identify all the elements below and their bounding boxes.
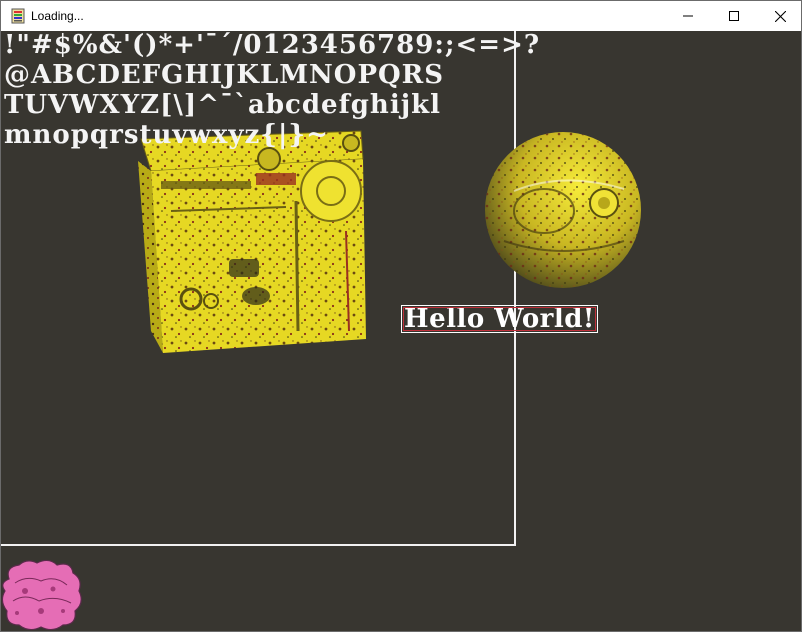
app-window: Loading... !"#$%&'()*+'¯´/0123456789:;<=… xyxy=(0,0,802,632)
minimize-button[interactable] xyxy=(665,1,711,31)
app-icon xyxy=(10,8,26,24)
render-viewport[interactable]: !"#$%&'()*+'¯´/0123456789:;<=>? @ABCDEFG… xyxy=(1,31,801,631)
window-title: Loading... xyxy=(31,9,84,23)
maximize-icon xyxy=(729,11,739,21)
minimize-icon xyxy=(683,15,693,17)
title-bar[interactable]: Loading... xyxy=(1,1,801,31)
close-icon xyxy=(774,10,786,22)
font-atlas-line: @ABCDEFGHIJKLMNOPQRS xyxy=(4,60,445,90)
maximize-button[interactable] xyxy=(711,1,757,31)
textured-sphere xyxy=(485,132,641,288)
close-button[interactable] xyxy=(757,1,801,31)
font-atlas-line: mnopqrstuvwxyz{|}~ xyxy=(4,120,329,150)
font-atlas-line: !"#$%&'()*+'¯´/0123456789:;<=>? xyxy=(4,31,541,60)
pink-blob-sprite xyxy=(1,559,82,631)
hello-world-label: Hello World! xyxy=(401,305,598,333)
font-atlas-line: TUVWXYZ[\]^¯`abcdefghijkl xyxy=(4,90,442,120)
